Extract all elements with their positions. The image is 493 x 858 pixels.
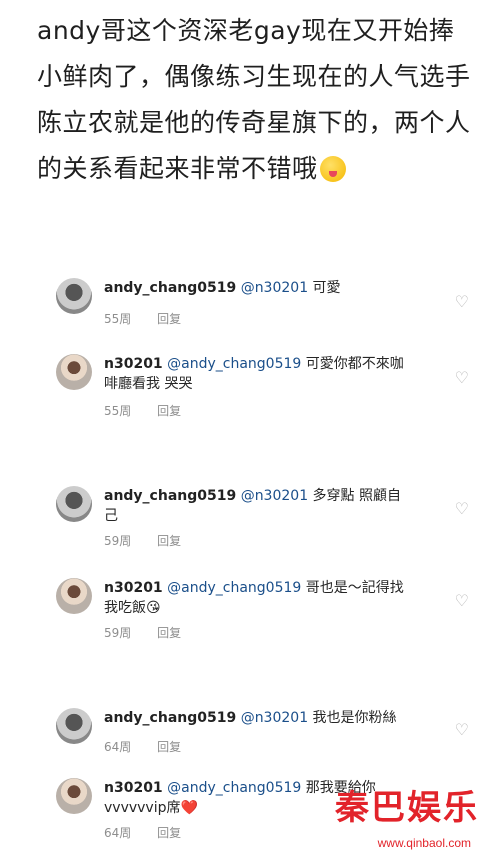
avatar[interactable]	[56, 778, 92, 814]
heart-outline-icon[interactable]: ♡	[455, 292, 469, 311]
comment-meta: 59周 回复	[104, 532, 203, 549]
comment-meta: 59周 回复	[104, 624, 203, 641]
avatar[interactable]	[56, 486, 92, 522]
comment-username[interactable]: n30201	[104, 356, 163, 372]
comment-username[interactable]: andy_chang0519	[104, 488, 236, 504]
comment-body: andy_chang0519 @n30201 我也是你粉絲	[104, 708, 404, 728]
avatar[interactable]	[56, 708, 92, 744]
heart-outline-icon[interactable]: ♡	[455, 499, 469, 518]
comment-time: 59周	[104, 626, 132, 640]
comment-body: andy_chang0519 @n30201 多穿點 照顧自己	[104, 486, 404, 526]
comment-body: andy_chang0519 @n30201 可愛	[104, 278, 404, 298]
heart-outline-icon[interactable]: ♡	[455, 368, 469, 387]
comment-text: 可愛	[308, 280, 341, 296]
comment-mention[interactable]: @n30201	[241, 488, 308, 504]
reply-button[interactable]: 回复	[157, 404, 181, 418]
comment-mention[interactable]: @andy_chang0519	[167, 356, 301, 372]
comment-meta: 64周 回复	[104, 824, 203, 841]
watermark-title: 秦巴娱乐	[335, 788, 479, 828]
comment-time: 59周	[104, 534, 132, 548]
post-text: andy哥这个资深老gay现在又开始捧小鲜肉了，偶像练习生现在的人气选手陈立农就…	[37, 16, 471, 183]
comment-text: 我也是你粉絲	[308, 710, 397, 726]
comment-mention[interactable]: @andy_chang0519	[167, 580, 301, 596]
comment-meta: 55周 回复	[104, 310, 203, 327]
heart-outline-icon[interactable]: ♡	[455, 720, 469, 739]
comment-body: n30201 @andy_chang0519 哥也是～記得找我吃飯😘	[104, 578, 404, 618]
reply-button[interactable]: 回复	[157, 740, 181, 754]
comment-username[interactable]: andy_chang0519	[104, 280, 236, 296]
comment-mention[interactable]: @n30201	[241, 280, 308, 296]
reply-button[interactable]: 回复	[157, 312, 181, 326]
avatar[interactable]	[56, 278, 92, 314]
comment-username[interactable]: n30201	[104, 580, 163, 596]
comment-meta: 64周 回复	[104, 738, 203, 755]
avatar[interactable]	[56, 578, 92, 614]
wink-tongue-emoji-icon	[319, 156, 346, 182]
reply-button[interactable]: 回复	[157, 826, 181, 840]
comment-time: 64周	[104, 826, 132, 840]
watermark-url: www.qinbaol.com	[377, 836, 471, 850]
reply-button[interactable]: 回复	[157, 626, 181, 640]
comment-username[interactable]: andy_chang0519	[104, 710, 236, 726]
avatar[interactable]	[56, 354, 92, 390]
comment-body: n30201 @andy_chang0519 可愛你都不來咖啡廳看我 哭哭	[104, 354, 404, 394]
comment-time: 55周	[104, 404, 132, 418]
heart-outline-icon[interactable]: ♡	[455, 591, 469, 610]
comment-meta: 55周 回复	[104, 402, 203, 419]
comment-username[interactable]: n30201	[104, 780, 163, 796]
reply-button[interactable]: 回复	[157, 534, 181, 548]
comment-mention[interactable]: @n30201	[241, 710, 308, 726]
watermark-logo: 秦巴娱乐 www.qinbaol.com	[279, 780, 479, 850]
comment-time: 64周	[104, 740, 132, 754]
comment-time: 55周	[104, 312, 132, 326]
